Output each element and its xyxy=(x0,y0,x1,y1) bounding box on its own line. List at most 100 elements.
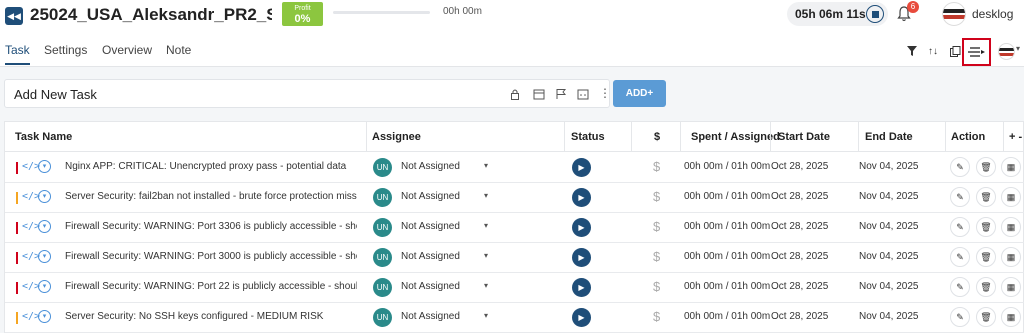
end-date[interactable]: Nov 04, 2025 xyxy=(859,161,919,172)
task-name[interactable]: Server Security: No SSH keys configured … xyxy=(65,311,357,322)
table-row[interactable]: </> ▾ Firewall Security: WARNING: Port 22 … xyxy=(5,273,1024,303)
task-name[interactable]: Firewall Security: WARNING: Port 22 is p… xyxy=(65,281,357,292)
start-date[interactable]: Oct 28, 2025 xyxy=(771,281,828,292)
sort-button[interactable]: ↑↓ xyxy=(924,42,942,60)
header-task-name[interactable]: Task Name xyxy=(15,131,72,143)
caret-down-icon[interactable]: ▾ xyxy=(484,161,488,170)
lock-icon[interactable] xyxy=(509,88,521,100)
chevron-down-icon[interactable]: ▾ xyxy=(38,160,51,173)
header-cost[interactable]: $ xyxy=(654,131,660,143)
schedule-button[interactable]: ▦ xyxy=(1001,217,1021,237)
table-row[interactable]: </> ▾ Nginx APP: CRITICAL: Unencrypted pro… xyxy=(5,153,1024,183)
play-button[interactable]: ▶ xyxy=(572,188,591,207)
play-button[interactable]: ▶ xyxy=(572,308,591,327)
stop-timer-button[interactable] xyxy=(866,5,884,23)
header-more[interactable]: + - xyxy=(1009,131,1022,143)
header-assignee[interactable]: Assignee xyxy=(372,131,421,143)
dollar-icon[interactable]: $ xyxy=(653,279,660,294)
table-row[interactable]: </> ▾ Firewall Security: WARNING: Port 300… xyxy=(5,243,1024,273)
calendar-grid-icon[interactable] xyxy=(577,88,589,100)
dollar-icon[interactable]: $ xyxy=(653,219,660,234)
back-button[interactable]: ◀◀ xyxy=(5,7,23,25)
assignee-name[interactable]: Not Assigned xyxy=(401,281,460,292)
table-row[interactable]: </> ▾ Server Security: No SSH keys configu… xyxy=(5,303,1024,333)
end-date[interactable]: Nov 04, 2025 xyxy=(859,221,919,232)
delete-button[interactable]: 🗑 xyxy=(976,307,996,327)
task-name[interactable]: Firewall Security: WARNING: Port 3306 is… xyxy=(65,221,357,232)
edit-button[interactable]: ✎ xyxy=(950,307,970,327)
tab-overview[interactable]: Overview xyxy=(102,43,152,57)
chevron-down-icon[interactable]: ▾ xyxy=(38,310,51,323)
task-name[interactable]: Server Security: fail2ban not installed … xyxy=(65,191,357,202)
flag-icon[interactable] xyxy=(555,88,567,100)
start-date[interactable]: Oct 28, 2025 xyxy=(771,251,828,262)
task-name[interactable]: Nginx APP: CRITICAL: Unencrypted proxy p… xyxy=(65,161,357,172)
end-date[interactable]: Nov 04, 2025 xyxy=(859,281,919,292)
edit-button[interactable]: ✎ xyxy=(950,157,970,177)
assignee-name[interactable]: Not Assigned xyxy=(401,191,460,202)
assignee-name[interactable]: Not Assigned xyxy=(401,221,460,232)
tab-note[interactable]: Note xyxy=(166,43,191,57)
caret-down-icon[interactable]: ▾ xyxy=(484,311,488,320)
delete-button[interactable]: 🗑 xyxy=(976,157,996,177)
team-avatar[interactable] xyxy=(998,43,1015,60)
delete-button[interactable]: 🗑 xyxy=(976,277,996,297)
schedule-button[interactable]: ▦ xyxy=(1001,307,1021,327)
user-avatar[interactable] xyxy=(942,2,966,26)
dollar-icon[interactable]: $ xyxy=(653,309,660,324)
dollar-icon[interactable]: $ xyxy=(653,249,660,264)
start-date[interactable]: Oct 28, 2025 xyxy=(771,161,828,172)
edit-button[interactable]: ✎ xyxy=(950,277,970,297)
tab-settings[interactable]: Settings xyxy=(44,43,87,57)
tab-task[interactable]: Task xyxy=(5,43,30,57)
header-status[interactable]: Status xyxy=(571,131,605,143)
filter-button[interactable] xyxy=(903,42,921,60)
header-start-date[interactable]: Start Date xyxy=(778,131,830,143)
assignee-name[interactable]: Not Assigned xyxy=(401,161,460,172)
header-end-date[interactable]: End Date xyxy=(865,131,913,143)
caret-down-icon[interactable]: ▾ xyxy=(484,281,488,290)
user-name[interactable]: desklog xyxy=(972,7,1013,21)
add-task-input[interactable]: Add New Task ⋮ xyxy=(4,79,611,108)
play-button[interactable]: ▶ xyxy=(572,248,591,267)
end-date[interactable]: Nov 04, 2025 xyxy=(859,191,919,202)
task-name[interactable]: Firewall Security: WARNING: Port 3000 is… xyxy=(65,251,357,262)
chevron-down-icon[interactable]: ▾ xyxy=(38,190,51,203)
dollar-icon[interactable]: $ xyxy=(653,159,660,174)
caret-down-icon[interactable]: ▾ xyxy=(484,221,488,230)
more-vertical-icon[interactable]: ⋮ xyxy=(599,86,611,100)
edit-button[interactable]: ✎ xyxy=(950,187,970,207)
start-date[interactable]: Oct 28, 2025 xyxy=(771,221,828,232)
chevron-down-icon[interactable]: ▾ xyxy=(38,220,51,233)
start-date[interactable]: Oct 28, 2025 xyxy=(771,191,828,202)
play-button[interactable]: ▶ xyxy=(572,158,591,177)
chevron-down-icon[interactable]: ▾ xyxy=(38,250,51,263)
schedule-button[interactable]: ▦ xyxy=(1001,157,1021,177)
list-view-button[interactable] xyxy=(962,38,991,66)
delete-button[interactable]: 🗑 xyxy=(976,247,996,267)
schedule-button[interactable]: ▦ xyxy=(1001,247,1021,267)
caret-down-icon[interactable]: ▾ xyxy=(484,251,488,260)
table-row[interactable]: </> ▾ Server Security: fail2ban not instal… xyxy=(5,183,1024,213)
delete-button[interactable]: 🗑 xyxy=(976,187,996,207)
dollar-icon[interactable]: $ xyxy=(653,189,660,204)
end-date[interactable]: Nov 04, 2025 xyxy=(859,311,919,322)
play-button[interactable]: ▶ xyxy=(572,218,591,237)
chevron-down-icon[interactable]: ▾ xyxy=(1016,44,1020,53)
play-button[interactable]: ▶ xyxy=(572,278,591,297)
delete-button[interactable]: 🗑 xyxy=(976,217,996,237)
assignee-name[interactable]: Not Assigned xyxy=(401,311,460,322)
start-date[interactable]: Oct 28, 2025 xyxy=(771,311,828,322)
assignee-name[interactable]: Not Assigned xyxy=(401,251,460,262)
edit-button[interactable]: ✎ xyxy=(950,247,970,267)
table-row[interactable]: </> ▾ Firewall Security: WARNING: Port 330… xyxy=(5,213,1024,243)
schedule-button[interactable]: ▦ xyxy=(1001,277,1021,297)
calendar-icon[interactable] xyxy=(533,88,545,100)
edit-button[interactable]: ✎ xyxy=(950,217,970,237)
end-date[interactable]: Nov 04, 2025 xyxy=(859,251,919,262)
add-task-button[interactable]: ADD+ xyxy=(613,80,666,107)
header-spent[interactable]: Spent / Assigned xyxy=(691,131,780,143)
schedule-button[interactable]: ▦ xyxy=(1001,187,1021,207)
chevron-down-icon[interactable]: ▾ xyxy=(38,280,51,293)
caret-down-icon[interactable]: ▾ xyxy=(484,191,488,200)
